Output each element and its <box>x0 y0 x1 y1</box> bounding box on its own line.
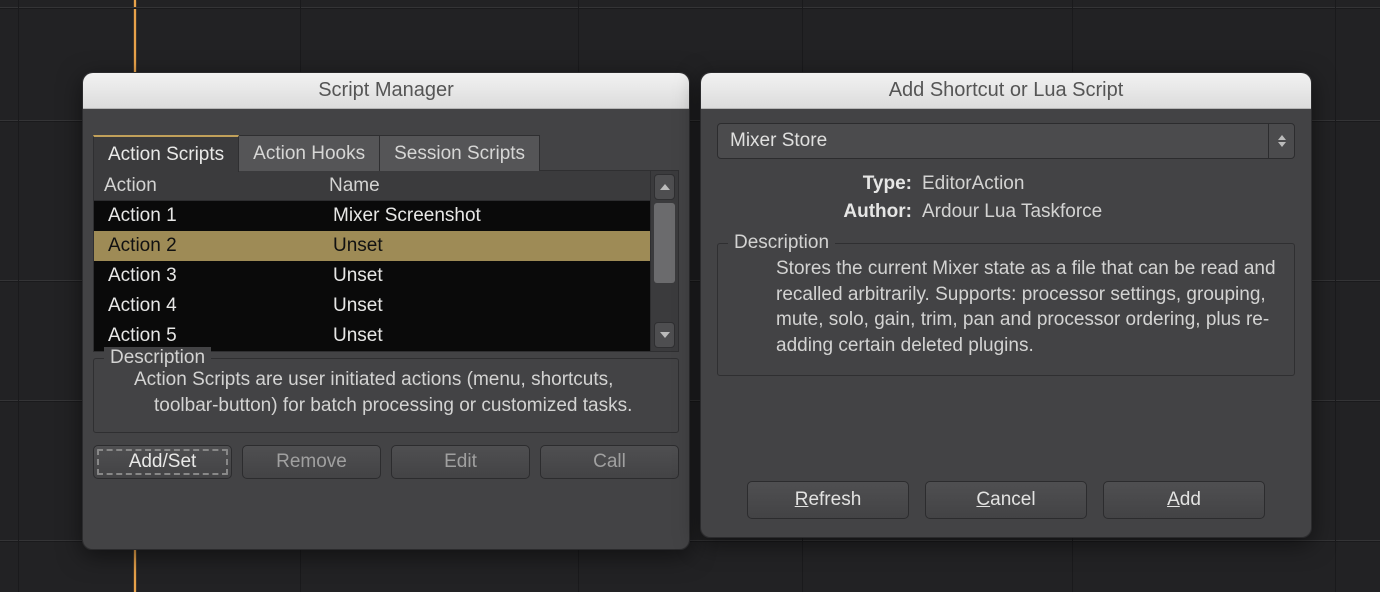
chevron-up-icon <box>660 184 670 190</box>
description-label: Description <box>104 347 211 369</box>
tab-action-scripts[interactable]: Action Scripts <box>93 135 239 172</box>
scroll-up-button[interactable] <box>654 174 675 200</box>
window-add-script: Add Shortcut or Lua Script Mixer Store T… <box>700 72 1312 538</box>
column-action[interactable]: Action <box>94 175 319 197</box>
refresh-button[interactable]: Refresh <box>747 481 909 519</box>
tab-action-hooks[interactable]: Action Hooks <box>239 135 380 171</box>
chevron-up-icon <box>1278 135 1286 140</box>
script-description-fieldset: Description Stores the current Mixer sta… <box>717 243 1295 376</box>
scroll-track[interactable] <box>654 203 675 319</box>
description-text: Action Scripts are user initiated action… <box>154 367 664 418</box>
script-select-value: Mixer Store <box>730 130 827 152</box>
description-fieldset: Description Action Scripts are user init… <box>93 358 679 433</box>
window-title: Add Shortcut or Lua Script <box>889 79 1124 102</box>
tab-session-scripts[interactable]: Session Scripts <box>380 135 540 171</box>
scrollbar <box>650 171 678 351</box>
table-row[interactable]: Action 3 Unset <box>94 261 650 291</box>
titlebar-add-script[interactable]: Add Shortcut or Lua Script <box>701 73 1311 109</box>
chevron-down-icon <box>660 332 670 338</box>
script-select[interactable]: Mixer Store <box>717 123 1295 159</box>
type-value: EditorAction <box>922 173 1024 195</box>
script-description-text: Stores the current Mixer state as a file… <box>776 256 1280 359</box>
window-title: Script Manager <box>318 79 454 102</box>
scroll-down-button[interactable] <box>654 322 675 348</box>
window-script-manager: Script Manager Action Scripts Action Hoo… <box>82 72 690 550</box>
table-row[interactable]: Action 4 Unset <box>94 291 650 321</box>
type-label: Type: <box>717 173 922 195</box>
add-button[interactable]: Add <box>1103 481 1265 519</box>
remove-button[interactable]: Remove <box>242 445 381 479</box>
call-button[interactable]: Call <box>540 445 679 479</box>
tabs: Action Scripts Action Hooks Session Scri… <box>93 133 679 170</box>
table-row[interactable]: Action 1 Mixer Screenshot <box>94 201 650 231</box>
cancel-button[interactable]: Cancel <box>925 481 1087 519</box>
column-name[interactable]: Name <box>319 175 650 197</box>
dropdown-handle[interactable] <box>1268 124 1294 158</box>
scripts-table: Action Name Action 1 Mixer Screenshot Ac… <box>94 171 650 351</box>
author-value: Ardour Lua Taskforce <box>922 201 1102 223</box>
table-row[interactable]: Action 2 Unset <box>94 231 650 261</box>
add-set-button[interactable]: Add/Set <box>93 445 232 479</box>
scroll-thumb[interactable] <box>654 203 675 283</box>
edit-button[interactable]: Edit <box>391 445 530 479</box>
chevron-down-icon <box>1278 142 1286 147</box>
author-label: Author: <box>717 201 922 223</box>
script-description-label: Description <box>728 232 835 254</box>
titlebar-script-manager[interactable]: Script Manager <box>83 73 689 109</box>
